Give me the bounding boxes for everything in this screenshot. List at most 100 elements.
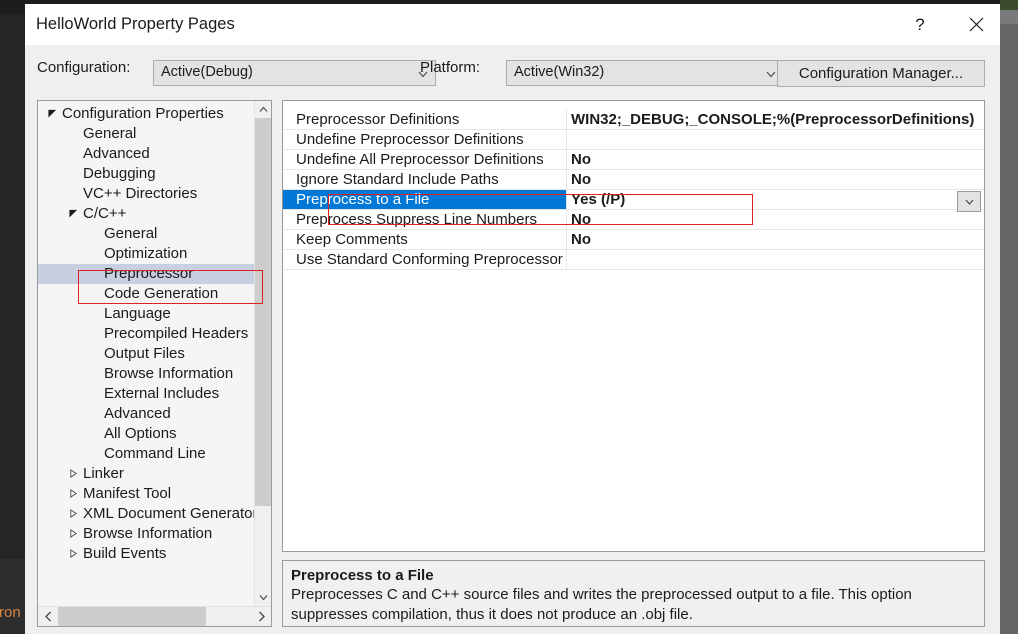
scroll-up-button[interactable] bbox=[255, 101, 271, 118]
tree-item-general[interactable]: General bbox=[38, 224, 254, 244]
tree-item-advanced[interactable]: Advanced bbox=[38, 404, 254, 424]
property-row[interactable]: Preprocess Suppress Line Numbers No bbox=[283, 210, 984, 230]
chevron-right-icon bbox=[258, 611, 265, 622]
property-value[interactable]: Yes (/P) bbox=[567, 190, 984, 209]
question-mark-icon: ? bbox=[915, 15, 925, 34]
tree-item-label: Preprocessor bbox=[104, 265, 194, 282]
chevron-up-icon bbox=[259, 106, 268, 112]
property-name: Preprocess to a File bbox=[283, 190, 567, 209]
tree-item-external-includes[interactable]: External Includes bbox=[38, 384, 254, 404]
property-name: Ignore Standard Include Paths bbox=[283, 170, 567, 189]
desktop-accent-second bbox=[1000, 10, 1018, 24]
property-row[interactable]: Use Standard Conforming Preprocessor bbox=[283, 250, 984, 270]
tree-item-label: VC++ Directories bbox=[83, 185, 198, 202]
configuration-manager-button[interactable]: Configuration Manager... bbox=[777, 60, 985, 87]
tree-item-browse-information[interactable]: Browse Information bbox=[38, 364, 254, 384]
tree-scrollbar-thumb[interactable] bbox=[255, 118, 271, 506]
tree-item-label: Optimization bbox=[104, 245, 188, 262]
tree-item-browse-information[interactable]: Browse Information bbox=[38, 524, 254, 544]
tree-item-code-generation[interactable]: Code Generation bbox=[38, 284, 254, 304]
property-row[interactable]: Keep Comments No bbox=[283, 230, 984, 250]
triangle-collapsed-icon[interactable] bbox=[69, 469, 78, 478]
description-body: Preprocesses C and C++ source files and … bbox=[291, 586, 912, 623]
property-row[interactable]: Undefine All Preprocessor Definitions No bbox=[283, 150, 984, 170]
tree-item-label: External Includes bbox=[104, 385, 220, 402]
tree-item-general[interactable]: General bbox=[38, 124, 254, 144]
triangle-expanded-icon[interactable] bbox=[69, 209, 78, 218]
tree-item-configuration-properties[interactable]: Configuration Properties bbox=[38, 104, 254, 124]
tree-item-label: Linker bbox=[83, 465, 124, 482]
tree-item-vc-directories[interactable]: VC++ Directories bbox=[38, 184, 254, 204]
property-name: Preprocessor Definitions bbox=[283, 110, 567, 129]
tree-item-label: Precompiled Headers bbox=[104, 325, 249, 342]
tree-item-output-files[interactable]: Output Files bbox=[38, 344, 254, 364]
tree-item-debugging[interactable]: Debugging bbox=[38, 164, 254, 184]
property-row[interactable]: Preprocess to a File Yes (/P) bbox=[283, 190, 984, 212]
close-button[interactable] bbox=[953, 4, 999, 45]
dialog-title: HelloWorld Property Pages bbox=[36, 15, 235, 33]
property-value[interactable] bbox=[567, 130, 984, 149]
property-value[interactable] bbox=[567, 250, 984, 269]
configuration-tree[interactable]: Configuration Properties General Advanced D… bbox=[37, 100, 272, 627]
triangle-expanded-icon[interactable] bbox=[48, 109, 57, 118]
tree-item-label: C/C++ bbox=[83, 205, 127, 222]
configuration-value: Active(Debug) bbox=[161, 64, 253, 80]
tree-hscrollbar-thumb[interactable] bbox=[58, 607, 206, 626]
tree-item-all-options[interactable]: All Options bbox=[38, 424, 254, 444]
scroll-down-button[interactable] bbox=[255, 589, 271, 606]
property-value[interactable]: WIN32;_DEBUG;_CONSOLE;%(PreprocessorDefi… bbox=[567, 110, 984, 129]
scroll-right-button[interactable] bbox=[251, 607, 271, 626]
ide-background-left bbox=[0, 0, 25, 634]
tree-item-build-events[interactable]: Build Events bbox=[38, 544, 254, 564]
property-row[interactable]: Ignore Standard Include Paths No bbox=[283, 170, 984, 190]
tree-item-xml-document-generator[interactable]: XML Document Generator bbox=[38, 504, 254, 524]
configuration-select[interactable]: Active(Debug) bbox=[153, 60, 436, 86]
tree-item-c-c[interactable]: C/C++ bbox=[38, 204, 254, 224]
tree-item-advanced[interactable]: Advanced bbox=[38, 144, 254, 164]
tree-item-label: Browse Information bbox=[104, 365, 234, 382]
platform-select[interactable]: Active(Win32) bbox=[506, 60, 784, 86]
triangle-collapsed-icon[interactable] bbox=[69, 529, 78, 538]
configuration-label: Configuration: bbox=[37, 59, 131, 76]
property-row[interactable]: Preprocessor Definitions WIN32;_DEBUG;_CO… bbox=[283, 110, 984, 130]
tree-item-label: General bbox=[83, 125, 137, 142]
triangle-collapsed-icon[interactable] bbox=[69, 549, 78, 558]
tree-item-label: Debugging bbox=[83, 165, 156, 182]
tree-item-label: Advanced bbox=[83, 145, 150, 162]
configuration-toolbar: Configuration: Active(Debug) Platform: A… bbox=[25, 45, 1000, 101]
property-name: Use Standard Conforming Preprocessor bbox=[283, 250, 567, 269]
tree-item-precompiled-headers[interactable]: Precompiled Headers bbox=[38, 324, 254, 344]
triangle-collapsed-icon[interactable] bbox=[69, 489, 78, 498]
tree-item-command-line[interactable]: Command Line bbox=[38, 444, 254, 464]
tree-item-label: Advanced bbox=[104, 405, 171, 422]
tree-item-optimization[interactable]: Optimization bbox=[38, 244, 254, 264]
desktop-accent-top bbox=[1000, 0, 1018, 10]
tree-item-label: Code Generation bbox=[104, 285, 219, 302]
help-button[interactable]: ? bbox=[897, 4, 943, 45]
tree-item-manifest-tool[interactable]: Manifest Tool bbox=[38, 484, 254, 504]
tree-item-label: XML Document Generator bbox=[83, 505, 254, 522]
property-value[interactable]: No bbox=[567, 170, 984, 189]
property-name: Undefine All Preprocessor Definitions bbox=[283, 150, 567, 169]
tree-item-label: Output Files bbox=[104, 345, 185, 362]
tree-horizontal-scrollbar[interactable] bbox=[38, 606, 271, 626]
property-value[interactable]: No bbox=[567, 210, 984, 229]
tree-item-language[interactable]: Language bbox=[38, 304, 254, 324]
triangle-collapsed-icon[interactable] bbox=[69, 509, 78, 518]
scroll-left-button[interactable] bbox=[38, 607, 58, 626]
property-row[interactable]: Undefine Preprocessor Definitions bbox=[283, 130, 984, 150]
property-value[interactable]: No bbox=[567, 150, 984, 169]
property-grid[interactable]: Preprocessor Definitions WIN32;_DEBUG;_CO… bbox=[282, 100, 985, 552]
tree-item-preprocessor[interactable]: Preprocessor bbox=[38, 264, 254, 284]
tree-vertical-scrollbar[interactable] bbox=[254, 101, 271, 606]
tree-item-label: Manifest Tool bbox=[83, 485, 172, 502]
tree-item-label: Language bbox=[104, 305, 171, 322]
property-value[interactable]: No bbox=[567, 230, 984, 249]
tree-item-linker[interactable]: Linker bbox=[38, 464, 254, 484]
platform-value: Active(Win32) bbox=[514, 64, 605, 80]
tree-item-label: Browse Information bbox=[83, 525, 213, 542]
platform-label: Platform: bbox=[420, 59, 481, 76]
property-value-dropdown-button[interactable] bbox=[957, 191, 981, 212]
tree-item-label: General bbox=[104, 225, 158, 242]
ide-titlebar-strip bbox=[0, 0, 25, 14]
